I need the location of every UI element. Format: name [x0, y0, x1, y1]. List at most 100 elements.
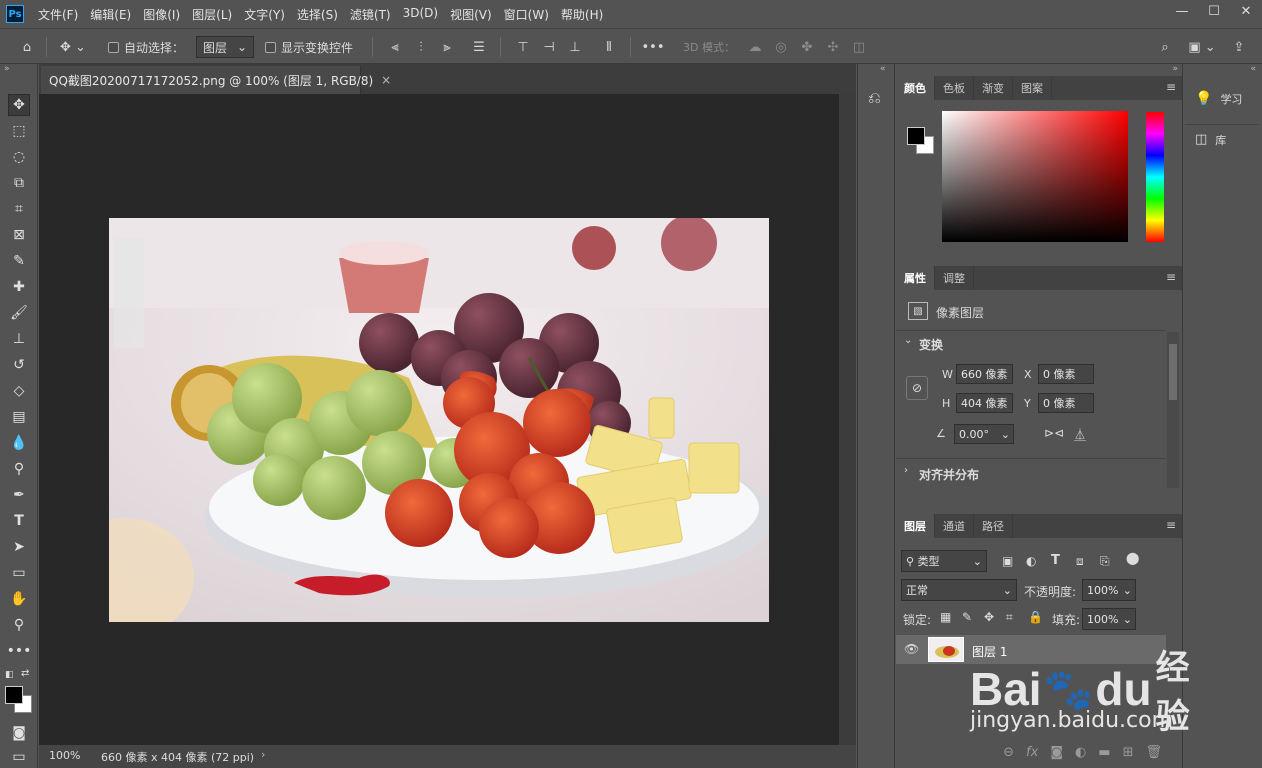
panel-tab[interactable]: 图层: [896, 514, 935, 538]
more-options-icon[interactable]: •••: [642, 38, 665, 56]
menu-item[interactable]: 文字(Y): [238, 6, 291, 23]
default-colors-icon[interactable]: ◧: [5, 670, 14, 680]
flip-vertical-icon[interactable]: ⏅: [1074, 426, 1086, 443]
menu-item[interactable]: 文件(F): [32, 6, 84, 23]
move-tool-preset-icon[interactable]: ✥ ⌄: [58, 38, 88, 56]
menu-item[interactable]: 视图(V): [444, 6, 498, 23]
menu-item[interactable]: 滤镜(T): [344, 6, 397, 23]
3d-scale-icon[interactable]: ◫: [850, 38, 868, 56]
align-left-icon[interactable]: ⫷: [386, 38, 404, 56]
hand-tool-icon[interactable]: ✋: [8, 588, 30, 610]
filter-type-icon[interactable]: T: [1051, 553, 1060, 568]
opacity-field[interactable]: 100% ⌄: [1082, 579, 1136, 601]
menu-item[interactable]: 编辑(E): [84, 6, 137, 23]
menu-item[interactable]: 窗口(W): [498, 6, 555, 23]
width-field[interactable]: 660 像素: [956, 364, 1013, 384]
align-vcenter-icon[interactable]: ⊣: [540, 38, 558, 56]
layer-style-fx-icon[interactable]: fx: [1026, 745, 1038, 760]
align-top-icon[interactable]: ⊤: [514, 38, 532, 56]
document-tab[interactable]: QQ截图20200717172052.png @ 100% (图层 1, RGB…: [41, 66, 391, 94]
hue-slider[interactable]: [1146, 112, 1164, 242]
gradient-tool-icon[interactable]: ▤: [8, 406, 30, 428]
edit-toolbar-icon[interactable]: •••: [7, 640, 32, 662]
eyedropper-tool-icon[interactable]: ✎: [8, 250, 30, 272]
close-tab-icon[interactable]: ×: [381, 73, 391, 87]
lock-transparent-icon[interactable]: ▦: [940, 610, 951, 624]
panel-tab[interactable]: 调整: [935, 266, 974, 290]
filter-shape-icon[interactable]: ⧈: [1076, 554, 1084, 569]
filter-toggle-icon[interactable]: ⬤: [1126, 551, 1139, 565]
filter-smart-object-icon[interactable]: ⎘: [1100, 554, 1110, 569]
panel-tab[interactable]: 属性: [896, 266, 935, 290]
add-mask-icon[interactable]: ◙: [1050, 745, 1063, 760]
lock-position-icon[interactable]: ✥: [984, 610, 994, 624]
clone-stamp-tool-icon[interactable]: ⊥: [8, 328, 30, 350]
link-layers-icon[interactable]: ⊖: [1003, 745, 1014, 760]
path-selection-tool-icon[interactable]: ➤: [8, 536, 30, 558]
checkbox-box[interactable]: [108, 41, 119, 53]
menu-item[interactable]: 选择(S): [291, 6, 344, 23]
foreground-swatch[interactable]: [907, 127, 925, 145]
swap-colors-icon[interactable]: ⇄: [21, 668, 29, 679]
chevron-right-icon[interactable]: ›: [904, 465, 908, 476]
eraser-tool-icon[interactable]: ◇: [8, 380, 30, 402]
chevron-down-icon[interactable]: ⌄: [1123, 584, 1135, 597]
3d-roll-icon[interactable]: ◎: [772, 38, 790, 56]
rectangle-tool-icon[interactable]: ▭: [8, 562, 30, 584]
zoom-level[interactable]: 100%: [49, 749, 80, 762]
library-button[interactable]: ◫ 库: [1185, 124, 1259, 154]
align-bottom-icon[interactable]: ⊥: [566, 38, 584, 56]
collapse-right-dock-icon[interactable]: «: [1250, 64, 1256, 74]
share-icon[interactable]: ⇪: [1230, 38, 1248, 56]
lasso-tool-icon[interactable]: ◌: [8, 146, 30, 168]
3d-pan-icon[interactable]: ✤: [798, 38, 816, 56]
blur-tool-icon[interactable]: 💧: [8, 432, 30, 454]
history-brush-tool-icon[interactable]: ↺: [8, 354, 30, 376]
filter-adjustment-icon[interactable]: ◐: [1026, 554, 1036, 568]
panel-tab[interactable]: 路径: [974, 514, 1013, 538]
align-right-icon[interactable]: ⫸: [438, 38, 456, 56]
menu-item[interactable]: 图像(I): [137, 6, 186, 23]
chevron-down-icon[interactable]: ⌄: [904, 335, 912, 346]
lock-all-icon[interactable]: 🔒: [1028, 610, 1043, 624]
distribute-icon[interactable]: ☰: [470, 38, 488, 56]
blend-mode-dropdown[interactable]: 正常 ⌄: [901, 579, 1017, 601]
zoom-tool-icon[interactable]: ⚲: [8, 614, 30, 636]
3d-orbit-icon[interactable]: ☁: [746, 38, 764, 56]
filter-pixel-icon[interactable]: ▣: [1002, 554, 1013, 568]
visibility-eye-icon[interactable]: 👁: [904, 642, 919, 656]
maximize-button[interactable]: ☐: [1198, 0, 1230, 22]
layer-filter-dropdown[interactable]: ⚲ 类型 ⌄: [901, 550, 987, 572]
angle-field[interactable]: 0.00° ⌄: [954, 424, 1014, 444]
checkbox-box[interactable]: [265, 41, 276, 53]
y-field[interactable]: 0 像素: [1038, 393, 1094, 413]
flip-horizontal-icon[interactable]: ⊳⊲: [1044, 426, 1064, 440]
delete-layer-icon[interactable]: 🗑: [1145, 745, 1162, 760]
show-transform-checkbox[interactable]: 显示变换控件: [265, 29, 353, 65]
lock-image-icon[interactable]: ✎: [962, 610, 972, 624]
menu-item[interactable]: 帮助(H): [555, 6, 609, 23]
status-arrow-icon[interactable]: ›: [261, 748, 265, 761]
3d-slide-icon[interactable]: ✣: [824, 38, 842, 56]
chevron-down-icon[interactable]: ⌄: [1123, 613, 1135, 626]
dodge-tool-icon[interactable]: ⚲: [8, 458, 30, 480]
brush-tool-icon[interactable]: 🖌: [8, 302, 30, 324]
auto-select-checkbox[interactable]: 自动选择：: [108, 29, 184, 65]
new-layer-icon[interactable]: ⊞: [1123, 745, 1134, 760]
panel-tab[interactable]: 颜色: [896, 76, 935, 100]
x-field[interactable]: 0 像素: [1038, 364, 1094, 384]
workspace-switcher-icon[interactable]: ▣ ⌄: [1186, 38, 1218, 56]
chevron-down-icon[interactable]: ⌄: [1001, 428, 1013, 441]
crop-tool-icon[interactable]: ⌗: [8, 198, 30, 220]
foreground-color-swatch[interactable]: [5, 686, 23, 704]
vertical-scrollbar[interactable]: [839, 94, 856, 745]
canvas-image[interactable]: [109, 218, 769, 622]
color-field[interactable]: [942, 111, 1128, 242]
history-panel-icon[interactable]: ⎌: [868, 88, 881, 108]
close-window-button[interactable]: ✕: [1230, 0, 1262, 22]
healing-brush-tool-icon[interactable]: ✚: [8, 276, 30, 298]
panel-tab[interactable]: 图案: [1013, 76, 1052, 100]
minimize-button[interactable]: —: [1166, 0, 1198, 22]
panel-tab[interactable]: 色板: [935, 76, 974, 100]
adjustment-layer-icon[interactable]: ◐: [1075, 745, 1086, 760]
